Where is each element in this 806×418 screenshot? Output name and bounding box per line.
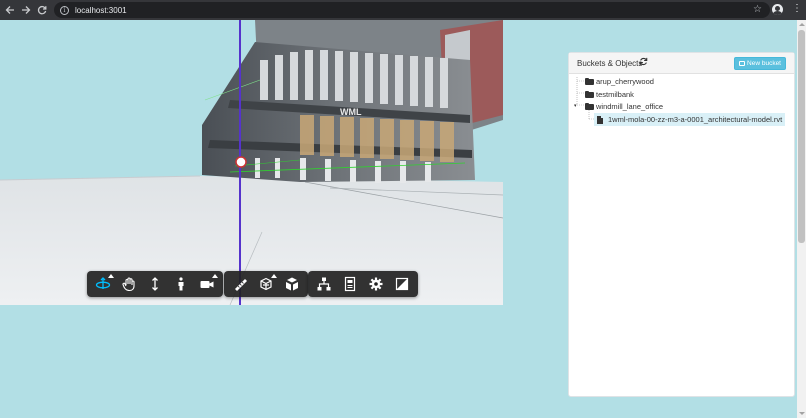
tree-node-label: windmill_lane_office (596, 101, 663, 111)
tree-node-label: 1wml-mola-00-zz-m3-a-0001_architectural-… (608, 115, 783, 124)
reload-button[interactable] (33, 0, 51, 20)
fullscreen-icon (395, 277, 409, 291)
forge-viewer-canvas[interactable]: WML (0, 20, 503, 305)
scrollbar-thumb[interactable] (798, 30, 805, 243)
url-text: localhost:3001 (75, 5, 127, 15)
scroll-up-arrow-icon[interactable] (799, 23, 805, 26)
browser-toolbar: i localhost:3001 ☆ ⋮ (0, 0, 806, 20)
fullscreen-button[interactable] (389, 273, 415, 295)
tree-node-bucket[interactable]: arup_cherrywood (585, 75, 654, 87)
settings-button[interactable] (363, 273, 389, 295)
new-bucket-label: New bucket (747, 60, 781, 67)
panel-header: Buckets & Objects New bucket (569, 53, 794, 74)
arrow-left-icon (5, 6, 14, 14)
buckets-panel: Buckets & Objects New bucket ▾ arup_cher… (568, 52, 795, 397)
building-model-render: WML (0, 20, 503, 305)
zoom-icon (152, 277, 158, 291)
collapse-toggle-icon[interactable]: ▾ (574, 103, 577, 109)
orbit-icon (95, 277, 111, 289)
tree-node-label: testmilbank (596, 89, 634, 99)
measure-icon (235, 279, 247, 291)
submenu-indicator (212, 274, 218, 278)
folder-open-icon (585, 77, 594, 85)
folder-open-icon (585, 102, 594, 110)
pan-icon (122, 277, 135, 292)
orbit-button[interactable] (90, 273, 116, 295)
reload-icon (37, 5, 47, 15)
first-person-button[interactable] (168, 273, 194, 295)
new-bucket-button[interactable]: New bucket (734, 57, 786, 70)
svg-text:WML: WML (340, 107, 362, 117)
scroll-down-arrow-icon[interactable] (799, 412, 805, 415)
gear-icon (369, 277, 383, 291)
bucket-icon (739, 61, 746, 66)
settings-toolbar (308, 271, 418, 297)
measure-button[interactable] (227, 273, 253, 295)
bookmark-star-icon[interactable]: ☆ (753, 4, 762, 15)
tree-node-object[interactable]: 1wml-mola-00-zz-m3-a-0001_architectural-… (594, 113, 786, 126)
model-browser-button[interactable] (311, 273, 337, 295)
site-info-icon[interactable]: i (60, 5, 69, 15)
page-scrollbar[interactable] (797, 20, 806, 418)
tree-node-bucket[interactable]: testmilbank (585, 88, 634, 100)
explode-icon (286, 277, 298, 291)
properties-button[interactable] (337, 273, 363, 295)
section-icon (260, 277, 272, 291)
navigation-toolbar (87, 271, 223, 297)
refresh-icon[interactable] (639, 57, 648, 66)
pan-button[interactable] (116, 273, 142, 295)
tree-node-label: arup_cherrywood (596, 76, 654, 86)
properties-icon (344, 276, 356, 292)
section-button[interactable] (253, 273, 279, 295)
arrow-right-icon (22, 6, 31, 14)
profile-avatar-icon[interactable] (772, 4, 783, 15)
zoom-button[interactable] (142, 273, 168, 295)
explode-button[interactable] (279, 273, 305, 295)
camera-icon (200, 281, 214, 288)
tree-node-bucket[interactable]: windmill_lane_office (585, 100, 663, 112)
first-person-icon (178, 277, 184, 291)
modeling-toolbar (224, 271, 308, 297)
submenu-indicator (271, 274, 277, 278)
file-icon (597, 115, 603, 124)
browser-menu-icon[interactable]: ⋮ (792, 3, 802, 14)
camera-button[interactable] (194, 273, 220, 295)
model-browser-icon (317, 277, 331, 291)
address-bar[interactable]: i localhost:3001 ☆ (54, 2, 770, 18)
folder-open-icon (585, 90, 594, 98)
panel-title: Buckets & Objects (577, 59, 643, 68)
submenu-indicator (108, 274, 114, 278)
